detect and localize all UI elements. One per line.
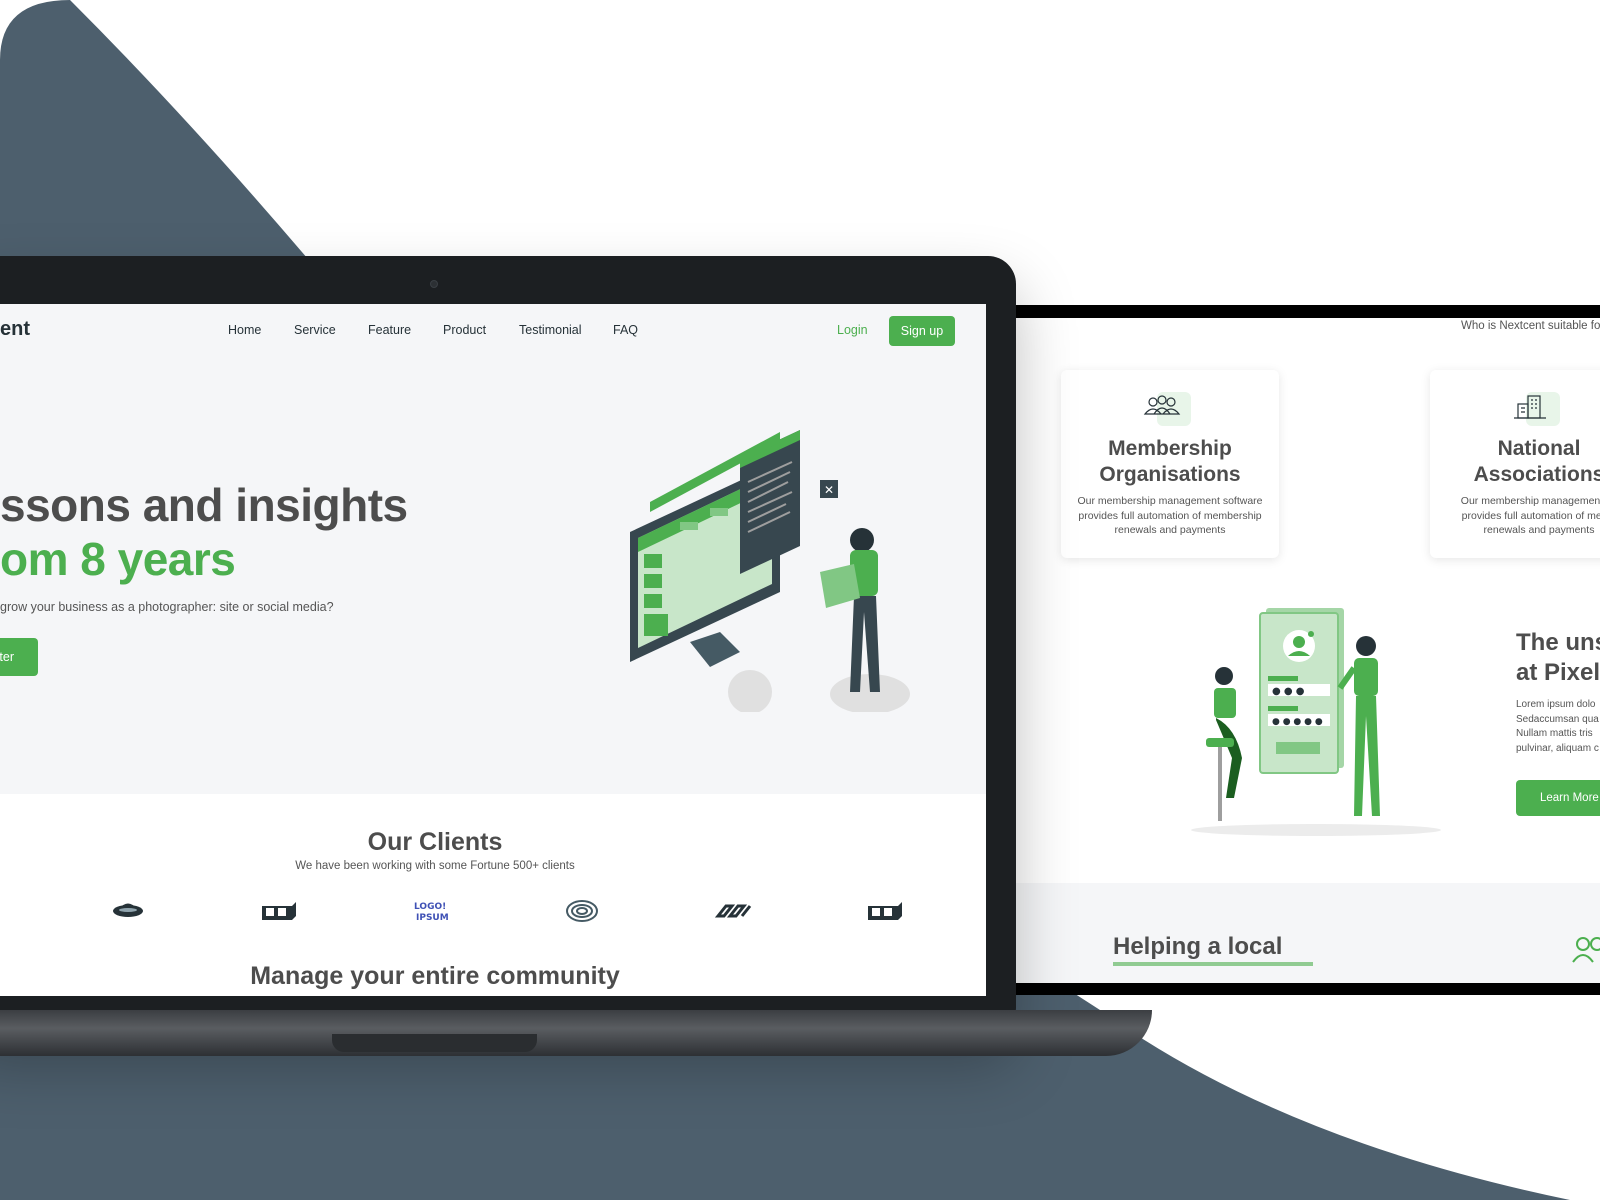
nav-feature[interactable]: Feature xyxy=(368,323,411,337)
saucer-logo-icon xyxy=(113,903,143,917)
manage-community-title: Manage your entire community xyxy=(250,962,620,990)
logoipsum-logo-icon: LOGO! IPSUM xyxy=(414,902,448,923)
nav-product[interactable]: Product xyxy=(443,323,486,337)
developer-at-monitor-illustration: ✕ xyxy=(630,430,910,712)
card-title: National Associations xyxy=(1473,437,1600,486)
secondary-screen: Who is Nextcent suitable fo Membership O… xyxy=(1016,318,1600,983)
nav-testimonial[interactable]: Testimonial xyxy=(519,323,582,337)
login-screen-illustration: ● ● ● ● ● ● ● ● xyxy=(1191,608,1441,836)
laptop-screen: ent Home Service Feature Product Testimo… xyxy=(0,304,986,996)
suitable-tagline: Who is Nextcent suitable fo xyxy=(1461,320,1600,332)
clients-section: Our Clients We have been working with so… xyxy=(0,794,986,996)
top-nav: ent Home Service Feature Product Testimo… xyxy=(0,304,986,360)
mockup-stage: Who is Nextcent suitable fo Membership O… xyxy=(0,0,1600,1200)
svg-text:IPSUM: IPSUM xyxy=(416,913,448,923)
people-group-icon xyxy=(1143,392,1191,426)
cube-logo-icon xyxy=(868,902,902,920)
clients-subtitle: We have been working with some Fortune 5… xyxy=(295,860,575,872)
building-icon xyxy=(1514,392,1560,426)
svg-text:● ● ● ● ●: ● ● ● ● ● xyxy=(1272,717,1323,727)
nav-service[interactable]: Service xyxy=(294,323,336,337)
login-link[interactable]: Login xyxy=(837,323,868,337)
spiral-logo-icon xyxy=(566,900,598,922)
learn-more-button[interactable]: Learn More xyxy=(1516,780,1600,816)
helping-band xyxy=(1016,883,1600,983)
card-description: Our membership management so provides fu… xyxy=(1460,495,1600,536)
helping-title-cut-line xyxy=(1113,962,1313,966)
clients-title: Our Clients xyxy=(367,828,503,856)
nav-faq[interactable]: FAQ xyxy=(613,323,638,337)
section-paragraph: Lorem ipsum dolo Sedaccumsan qua Nullam … xyxy=(1516,699,1599,754)
svg-text:LOGO!: LOGO! xyxy=(414,902,446,912)
card-title: Membership Organisations xyxy=(1099,437,1241,486)
card-description: Our membership management software provi… xyxy=(1077,495,1263,536)
card-membership[interactable]: Membership Organisations Our membership … xyxy=(1061,370,1279,558)
nav-home[interactable]: Home xyxy=(228,323,261,337)
card-national[interactable]: National Associations Our membership man… xyxy=(1430,370,1600,558)
laptop-notch xyxy=(332,1034,537,1052)
section-heading: The uns at Pixel xyxy=(1516,629,1600,686)
cube-logo-icon xyxy=(262,902,296,920)
laptop-camera xyxy=(430,280,438,288)
hero-cta-button[interactable]: ter xyxy=(0,638,38,676)
svg-text:● ● ●: ● ● ● xyxy=(1272,686,1305,697)
hero-subtitle: grow your business as a photographer: si… xyxy=(0,600,334,614)
helping-title: Helping a local xyxy=(1113,933,1283,960)
users-icon xyxy=(1572,937,1600,963)
hero-title-line1: ssons and insights xyxy=(0,479,408,531)
svg-text:✕: ✕ xyxy=(824,483,834,497)
signup-button[interactable]: Sign up xyxy=(889,316,955,346)
brand-logo[interactable]: ent xyxy=(0,318,30,341)
hero-title-line2: om 8 years xyxy=(0,533,236,585)
chain-logo-icon xyxy=(714,904,752,918)
laptop-base xyxy=(0,1010,1152,1056)
